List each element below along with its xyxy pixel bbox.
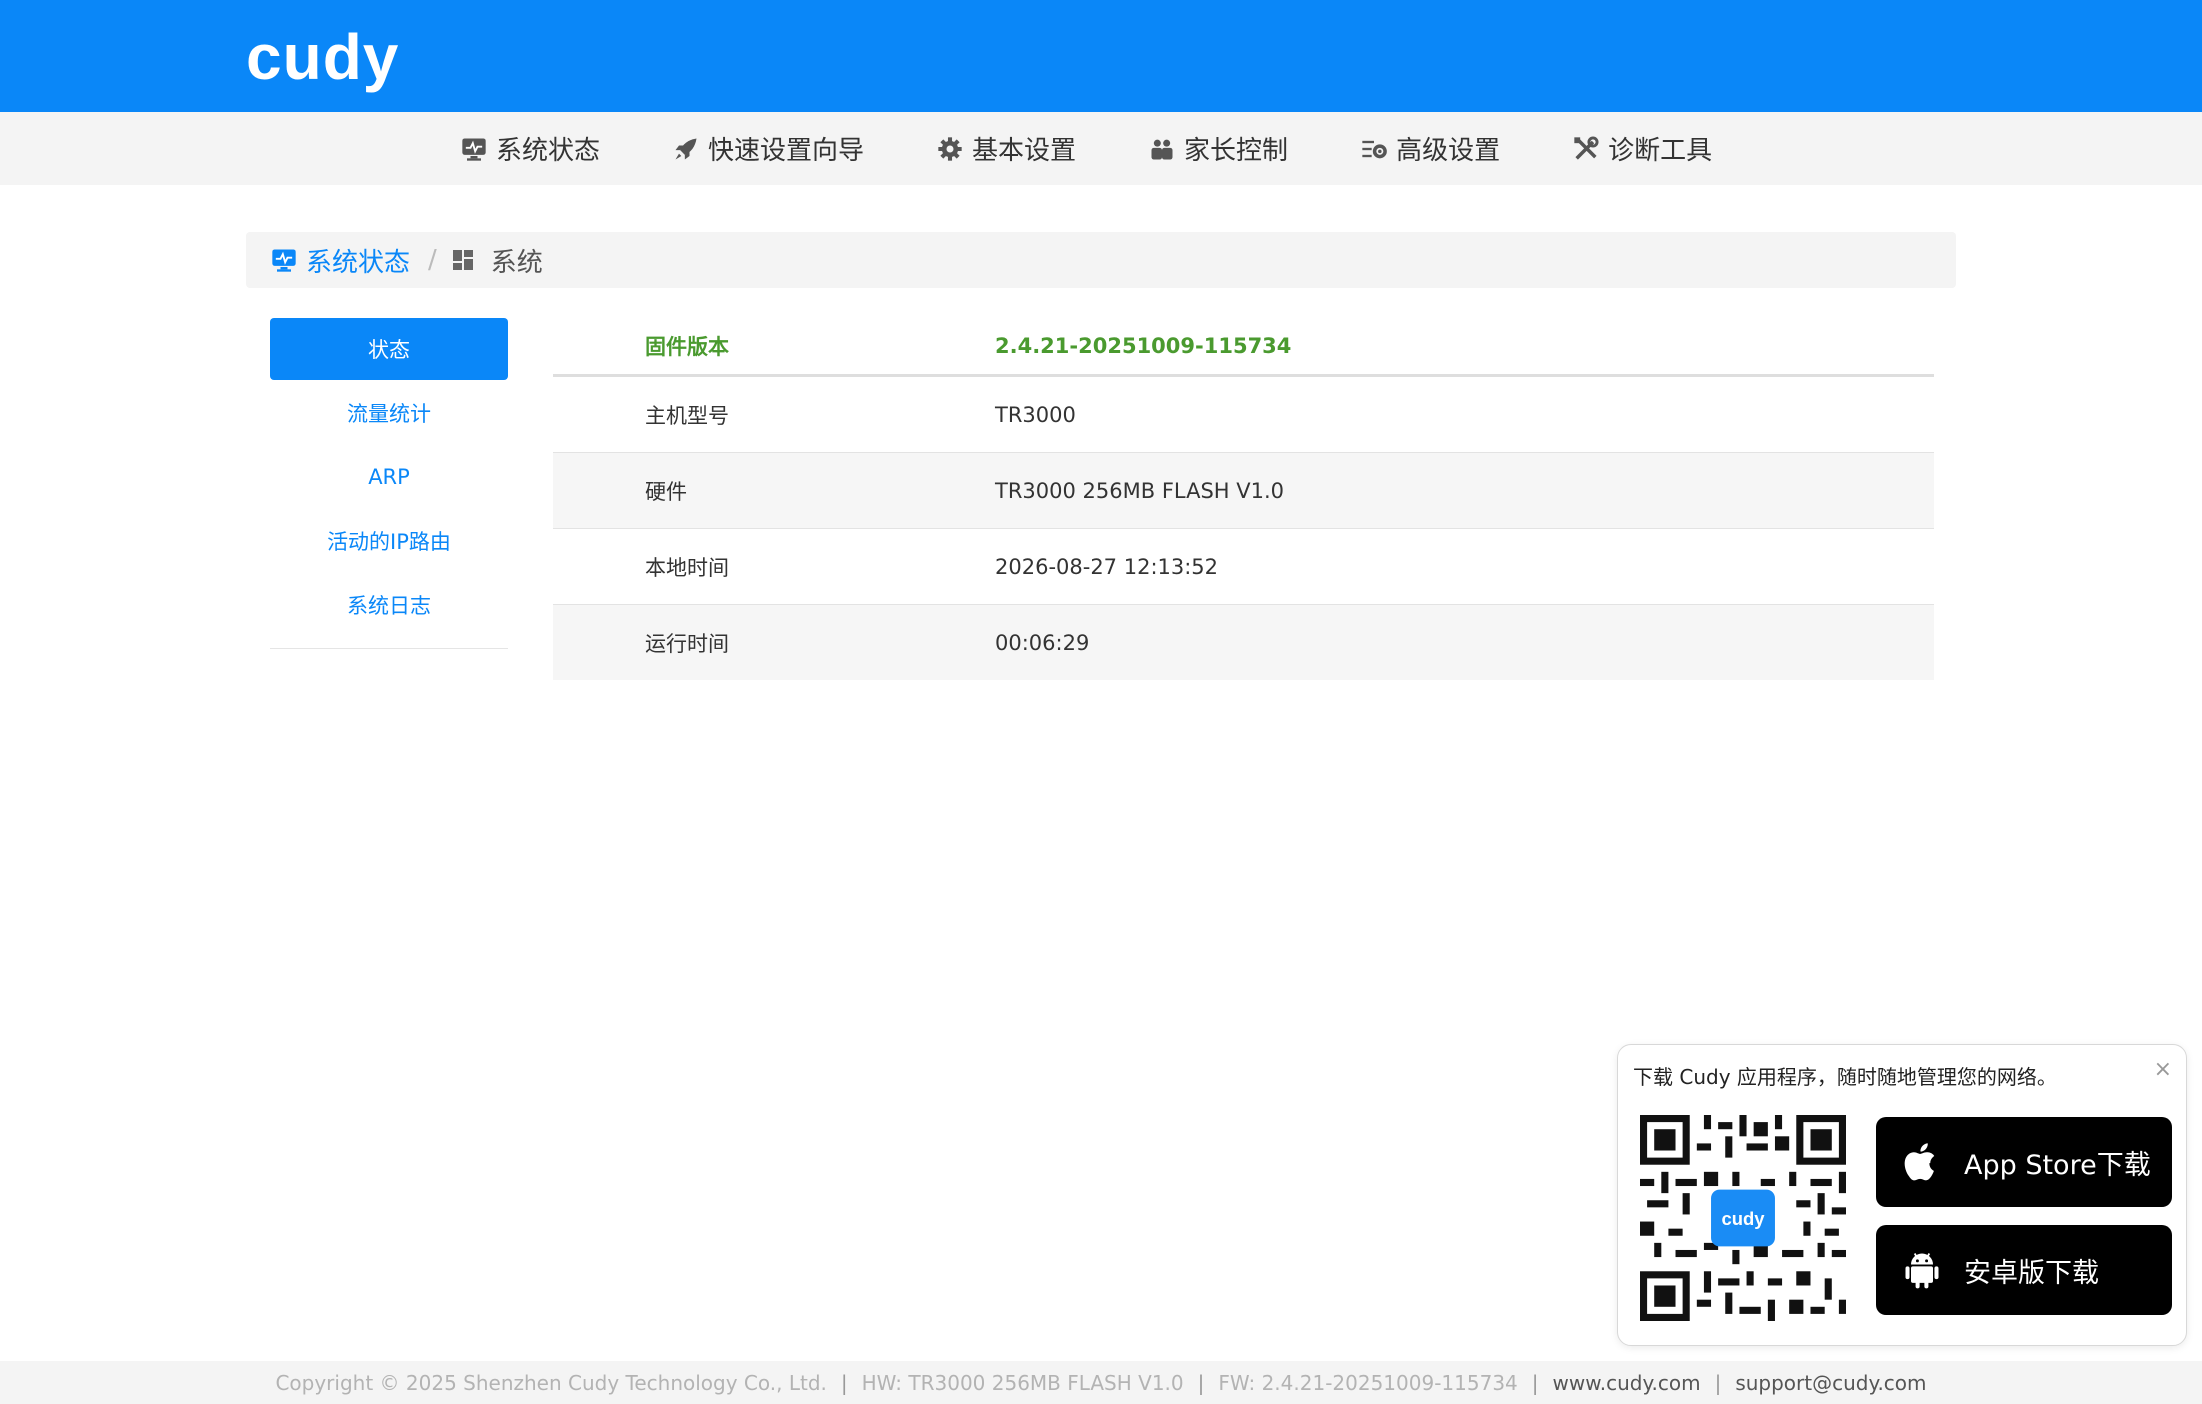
menu-item-label: 高级设置 — [1396, 136, 1501, 166]
advanced-settings-icon — [1362, 140, 1387, 158]
footer-support-email-link[interactable]: support@cudy.com — [1735, 1371, 1926, 1395]
menu-item-label: 系统状态 — [496, 136, 601, 166]
menu-item-label: 诊断工具 — [1608, 136, 1713, 166]
menu-item-advanced-settings[interactable]: 高级设置 — [1360, 130, 1500, 167]
table-row: 运行时间 00:06:29 — [553, 605, 1934, 680]
table-header-row: 固件版本 2.4.21-20251009-115734 — [553, 318, 1934, 377]
footer-separator: | — [1197, 1370, 1205, 1395]
menu-item-quick-setup[interactable]: 快速设置向导 — [672, 130, 864, 167]
system-status-table: 固件版本 2.4.21-20251009-115734 主机型号 TR3000 … — [553, 318, 1934, 680]
sidenav-item-active-ip-routes[interactable]: 活动的IP路由 — [270, 510, 508, 572]
rocket-icon — [675, 138, 697, 159]
app-download-popup: 下载 Cudy 应用程序，随时随地管理您的网络。 × cudy App Stor… — [1617, 1044, 2187, 1346]
sidenav-item-status[interactable]: 状态 — [270, 318, 508, 380]
breadcrumb-label: 系统状态 — [306, 247, 411, 278]
app-store-download-button[interactable]: App Store下载 — [1876, 1117, 2172, 1207]
menu-item-diagnostic-tools[interactable]: 诊断工具 — [1572, 130, 1712, 167]
breadcrumb-separator: / — [428, 245, 437, 275]
menu-item-status[interactable]: 系统状态 — [460, 130, 600, 167]
firmware-version-value: 2.4.21-20251009-115734 — [995, 334, 1292, 358]
footer-separator: | — [1531, 1370, 1539, 1395]
app-store-label: App Store下载 — [1964, 1149, 2151, 1181]
side-nav: 状态 流量统计 ARP 活动的IP路由 系统日志 — [270, 318, 508, 649]
row-value: TR3000 256MB FLASH V1.0 — [995, 478, 1285, 503]
tools-icon — [1574, 135, 1599, 160]
row-value: 2026-08-27 12:13:52 — [995, 554, 1219, 579]
row-label: 运行时间 — [645, 631, 729, 656]
android-download-button[interactable]: 安卓版下载 — [1876, 1225, 2172, 1315]
footer-firmware-version: FW: 2.4.21-20251009-115734 — [1218, 1370, 1518, 1395]
firmware-version-label: 固件版本 — [645, 335, 729, 359]
footer-hardware-version: HW: TR3000 256MB FLASH V1.0 — [861, 1370, 1184, 1395]
footer-copyright: Copyright © 2025 Shenzhen Cudy Technolog… — [275, 1370, 827, 1395]
sidenav-item-traffic-stats[interactable]: 流量统计 — [270, 382, 508, 444]
android-icon — [1905, 1253, 1939, 1289]
menu-item-label: 快速设置向导 — [708, 136, 865, 166]
apple-icon — [1904, 1143, 1935, 1181]
menu-item-label: 基本设置 — [972, 136, 1077, 166]
gear-icon — [938, 136, 962, 161]
table-row: 本地时间 2026-08-27 12:13:52 — [553, 529, 1934, 605]
menu-item-basic-settings[interactable]: 基本设置 — [936, 130, 1076, 167]
breadcrumb-item-system: 系统 — [451, 242, 543, 279]
menu-item-label: 家长控制 — [1184, 136, 1289, 166]
main-menu-bar: 系统状态 快速设置向导 基本设置 家长控制 高级设置 诊断工具 — [0, 112, 2202, 185]
dashboard-icon — [452, 250, 473, 270]
top-bar: cudy — [0, 0, 2202, 112]
breadcrumb: 系统状态 / 系统 — [246, 232, 1956, 288]
monitor-icon — [272, 249, 296, 272]
users-icon — [1151, 139, 1173, 159]
popup-title: 下载 Cudy 应用程序，随时随地管理您的网络。 — [1633, 1065, 2057, 1089]
row-label: 主机型号 — [645, 403, 729, 428]
row-label: 硬件 — [645, 479, 687, 504]
breadcrumb-item-status[interactable]: 系统状态 — [270, 242, 410, 279]
qr-logo-text: cudy — [1721, 1208, 1765, 1229]
table-row: 硬件 TR3000 256MB FLASH V1.0 — [553, 453, 1934, 529]
android-label: 安卓版下载 — [1964, 1257, 2099, 1289]
footer-website-link[interactable]: www.cudy.com — [1553, 1371, 1701, 1395]
monitor-icon — [462, 138, 486, 161]
close-icon[interactable]: × — [2154, 1057, 2172, 1082]
footer: Copyright © 2025 Shenzhen Cudy Technolog… — [0, 1361, 2202, 1404]
cudy-logo[interactable]: cudy — [246, 20, 399, 94]
footer-separator: | — [1714, 1370, 1722, 1395]
sidenav-item-system-log[interactable]: 系统日志 — [270, 574, 508, 636]
row-label: 本地时间 — [645, 555, 729, 580]
menu-item-parental-control[interactable]: 家长控制 — [1148, 130, 1288, 167]
row-value: TR3000 — [995, 402, 1076, 427]
sidenav-item-arp[interactable]: ARP — [270, 446, 508, 508]
footer-separator: | — [840, 1370, 848, 1395]
main-menu: 系统状态 快速设置向导 基本设置 家长控制 高级设置 诊断工具 — [460, 112, 1784, 185]
table-row: 主机型号 TR3000 — [553, 377, 1934, 453]
row-value: 00:06:29 — [995, 630, 1090, 655]
breadcrumb-label: 系统 — [490, 247, 543, 278]
qr-code-image: cudy — [1640, 1115, 1846, 1321]
